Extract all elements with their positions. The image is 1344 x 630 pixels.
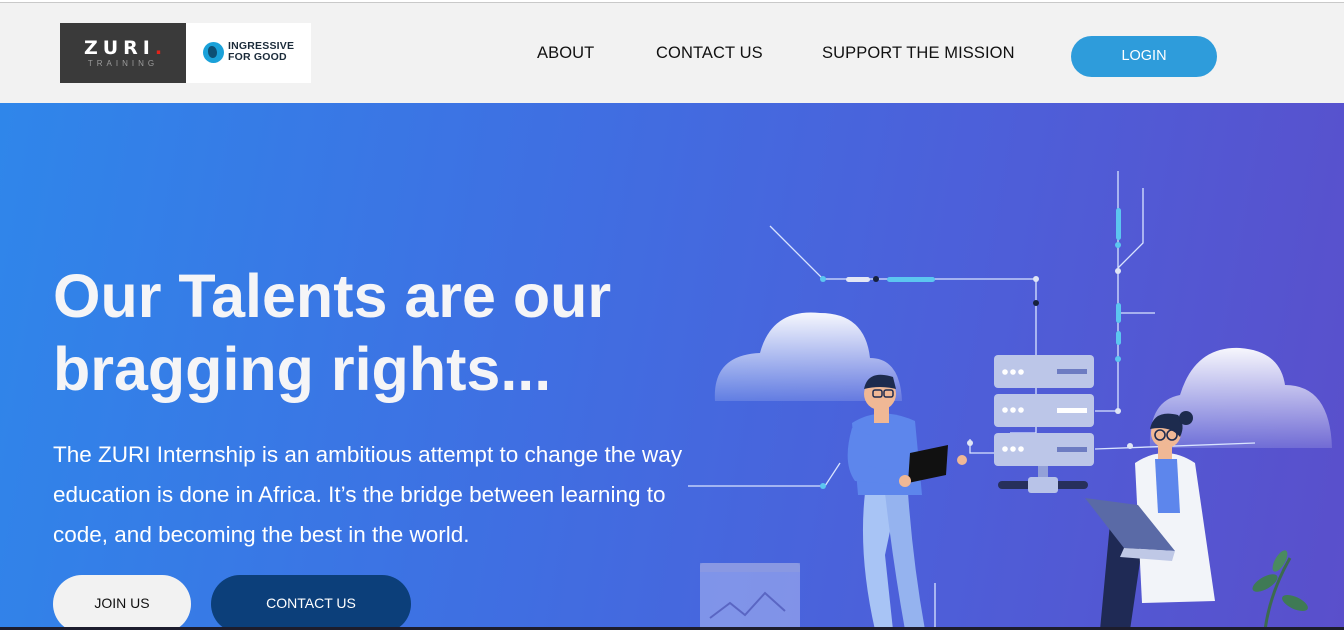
man-with-tablet-icon <box>847 374 967 630</box>
nav-contact-us[interactable]: CONTACT US <box>656 44 763 63</box>
zuri-logo-word: ZURI <box>83 37 155 59</box>
zuri-logo-subtitle: TRAINING <box>87 59 159 68</box>
hero-illustration <box>688 171 1332 630</box>
hero-title: Our Talents are our bragging rights... <box>53 260 693 406</box>
nav-about[interactable]: ABOUT <box>537 44 594 63</box>
hero-description: The ZURI Internship is an ambitious atte… <box>53 442 683 547</box>
site-header: ZURI. TRAINING INGRESSIVE FOR GOOD ABOUT… <box>0 3 1344 103</box>
join-us-button[interactable]: JOIN US <box>53 575 191 630</box>
hero-title-line2: bragging rights... <box>53 335 552 403</box>
chart-window-icon <box>700 563 800 630</box>
plant-icon <box>1252 550 1308 630</box>
ingressive-logo-line2: FOR GOOD <box>228 51 287 63</box>
zuri-training-logo[interactable]: ZURI. TRAINING <box>60 23 186 83</box>
globe-africa-icon <box>203 42 224 63</box>
hero-title-line1: Our Talents are our <box>53 262 612 330</box>
ingressive-for-good-logo[interactable]: INGRESSIVE FOR GOOD <box>186 23 311 83</box>
server-rack-icon <box>994 355 1094 493</box>
nav-support-the-mission[interactable]: SUPPORT THE MISSION <box>822 44 1015 63</box>
contact-us-button[interactable]: CONTACT US <box>211 575 411 630</box>
zuri-logo-dot: . <box>154 37 163 59</box>
login-button[interactable]: LOGIN <box>1071 36 1217 77</box>
hero-section: Our Talents are our bragging rights... T… <box>0 103 1344 630</box>
